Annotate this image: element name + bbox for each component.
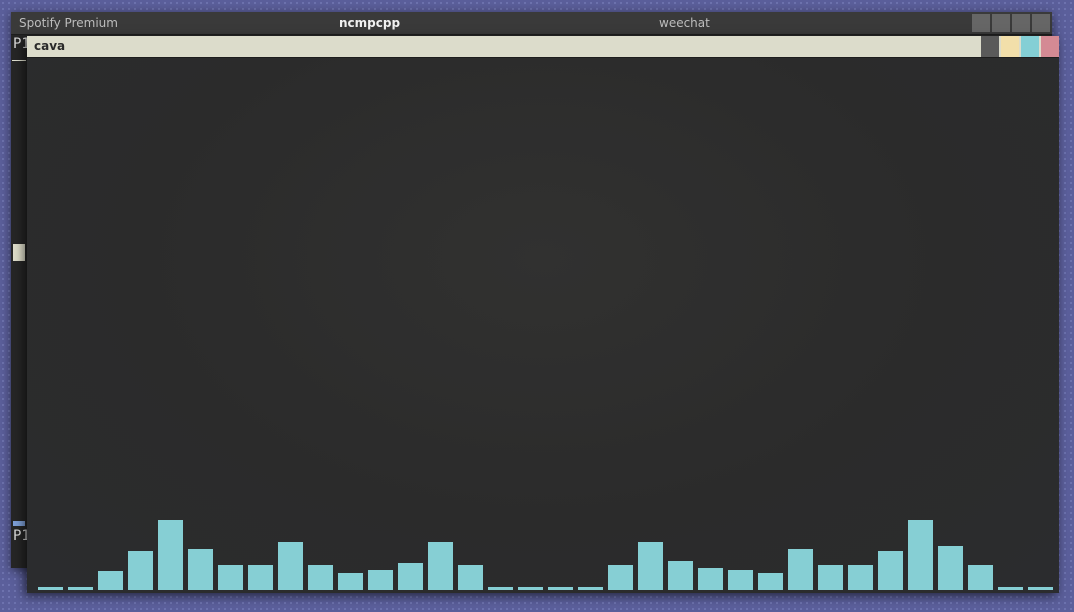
tab-spotify-premium[interactable]: Spotify Premium: [19, 12, 118, 34]
tabbar-button-1[interactable]: [972, 14, 990, 32]
spectrum-bar: [98, 571, 123, 590]
tabbar-button-4[interactable]: [1032, 14, 1050, 32]
spectrum-bar: [1028, 587, 1053, 590]
cava-titlebar[interactable]: cava: [27, 36, 1059, 58]
audio-spectrum-visualizer: [38, 520, 1053, 590]
window-buttons: [981, 36, 1059, 57]
edge-separator: [12, 60, 26, 61]
spectrum-bar: [998, 587, 1023, 590]
spectrum-bar: [428, 542, 453, 590]
tabbar-button-2[interactable]: [992, 14, 1010, 32]
spectrum-bar: [398, 563, 423, 590]
restore-button[interactable]: [1021, 36, 1039, 57]
spectrum-bar: [608, 565, 633, 590]
spectrum-bar: [698, 568, 723, 590]
terminal-cursor: [13, 244, 25, 261]
tab-ncmpcpp[interactable]: ncmpcpp: [339, 12, 400, 34]
spectrum-bar: [368, 570, 393, 590]
spectrum-bar: [788, 549, 813, 590]
spectrum-bar: [38, 587, 63, 590]
spectrum-bar: [728, 570, 753, 590]
spectrum-bar: [968, 565, 993, 590]
close-button[interactable]: [1041, 36, 1059, 57]
status-bar-accent: [13, 521, 25, 526]
spectrum-bar: [248, 565, 273, 590]
spectrum-bar: [818, 565, 843, 590]
spectrum-bar: [218, 565, 243, 590]
spectrum-bar: [548, 587, 573, 590]
spectrum-bar: [668, 561, 693, 590]
cava-window[interactable]: cava: [27, 36, 1059, 593]
spectrum-bar: [128, 551, 153, 590]
spectrum-bar: [758, 573, 783, 590]
window-title: cava: [34, 39, 66, 53]
maximize-button[interactable]: [1001, 36, 1019, 57]
spectrum-bar: [458, 565, 483, 590]
spectrum-bar: [158, 520, 183, 590]
tab-bar: Spotify Premium ncmpcpp weechat: [11, 12, 1052, 35]
minimize-button[interactable]: [981, 36, 999, 57]
spectrum-bar: [518, 587, 543, 590]
spectrum-bar: [68, 587, 93, 590]
tabbar-button-3[interactable]: [1012, 14, 1030, 32]
spectrum-bar: [488, 587, 513, 590]
spectrum-bar: [278, 542, 303, 590]
spectrum-bar: [338, 573, 363, 590]
spectrum-bar: [908, 520, 933, 590]
spectrum-bar: [578, 587, 603, 590]
spectrum-bar: [938, 546, 963, 590]
spectrum-bar: [188, 549, 213, 590]
spectrum-bar: [848, 565, 873, 590]
spectrum-bar: [638, 542, 663, 590]
tabbar-window-buttons: [972, 14, 1050, 32]
tab-weechat[interactable]: weechat: [659, 12, 710, 34]
spectrum-bar: [878, 551, 903, 590]
spectrum-bar: [308, 565, 333, 590]
